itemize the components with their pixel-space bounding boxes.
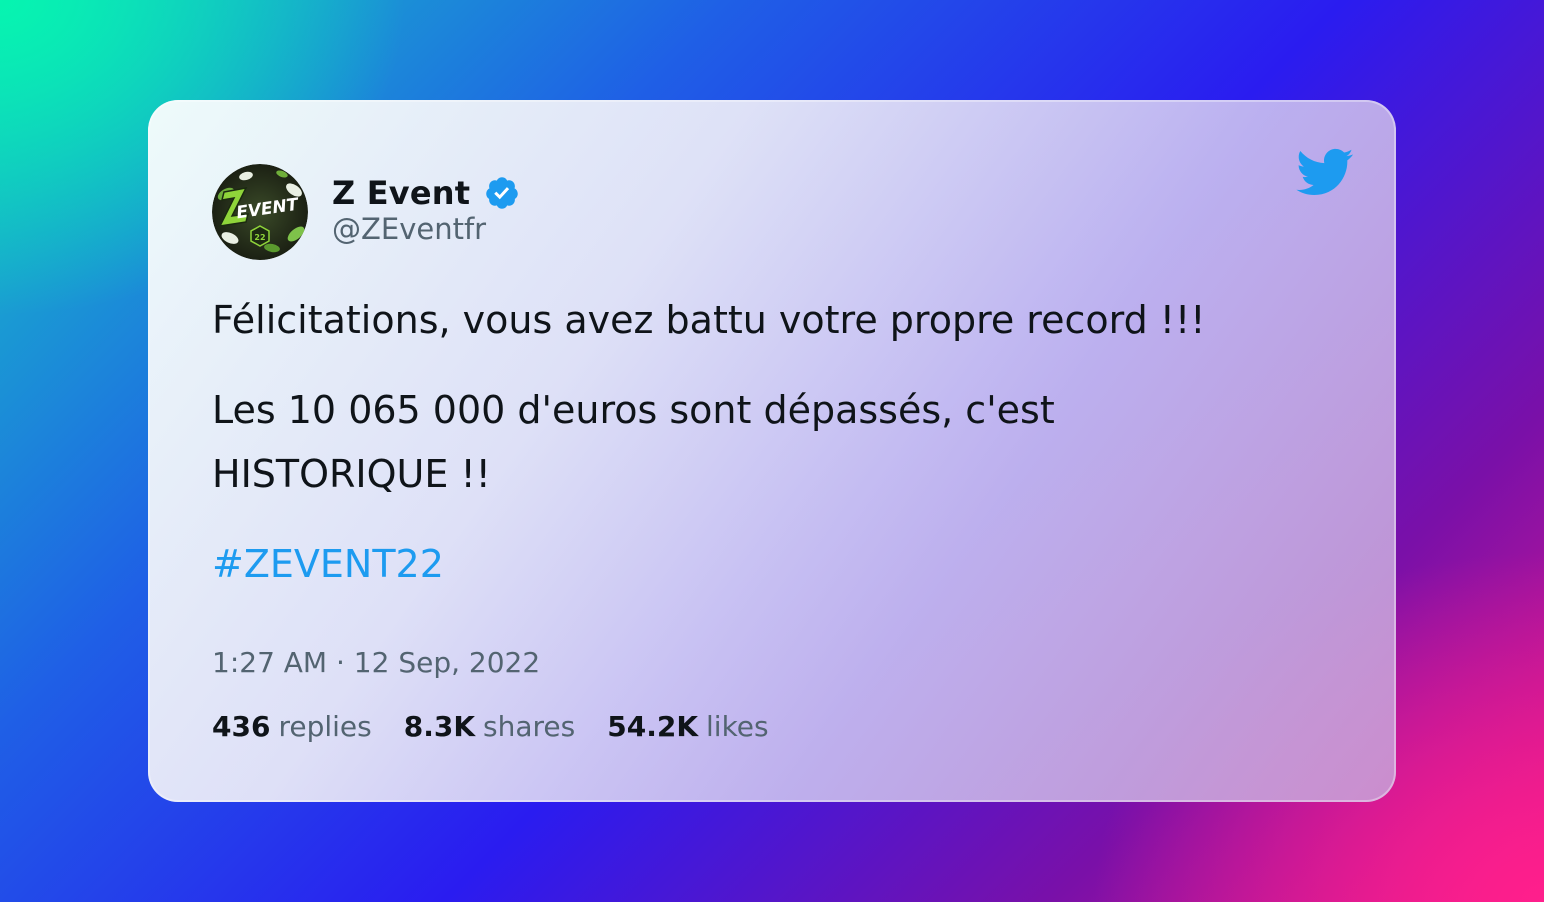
likes-label: likes [706,710,769,743]
likes-count: 54.2K [607,710,699,743]
replies-stat[interactable]: 436 replies [212,710,372,743]
verified-badge-icon [484,175,520,211]
replies-count: 436 [212,710,271,743]
author-name[interactable]: Z Event [332,174,470,212]
zevent-logo-icon: EVENT 22 [212,164,308,260]
tweet-text-paragraph-1: Félicitations, vous avez battu votre pro… [212,298,1206,342]
replies-label: replies [278,710,372,743]
tweet-text-paragraph-2: Les 10 065 000 d'euros sont dépassés, c'… [212,388,1055,496]
author-name-row: Z Event [332,170,520,216]
tweet-card: EVENT 22 Z Event @ZEventfr Félicitations… [148,100,1396,802]
author-handle[interactable]: @ZEventfr [332,212,486,246]
likes-stat[interactable]: 54.2K likes [607,710,768,743]
shares-label: shares [483,710,576,743]
zevent-avatar[interactable]: EVENT 22 [212,164,308,260]
shares-stat[interactable]: 8.3K shares [404,710,576,743]
avatar-badge-text: 22 [254,233,265,242]
tweet-timestamp[interactable]: 1:27 AM · 12 Sep, 2022 [212,646,540,679]
shares-count: 8.3K [403,710,476,743]
twitter-bird-icon [1294,146,1354,198]
tweet-stats: 436 replies 8.3K shares 54.2K likes [212,710,801,743]
hashtag-link[interactable]: #ZEVENT22 [212,532,444,596]
